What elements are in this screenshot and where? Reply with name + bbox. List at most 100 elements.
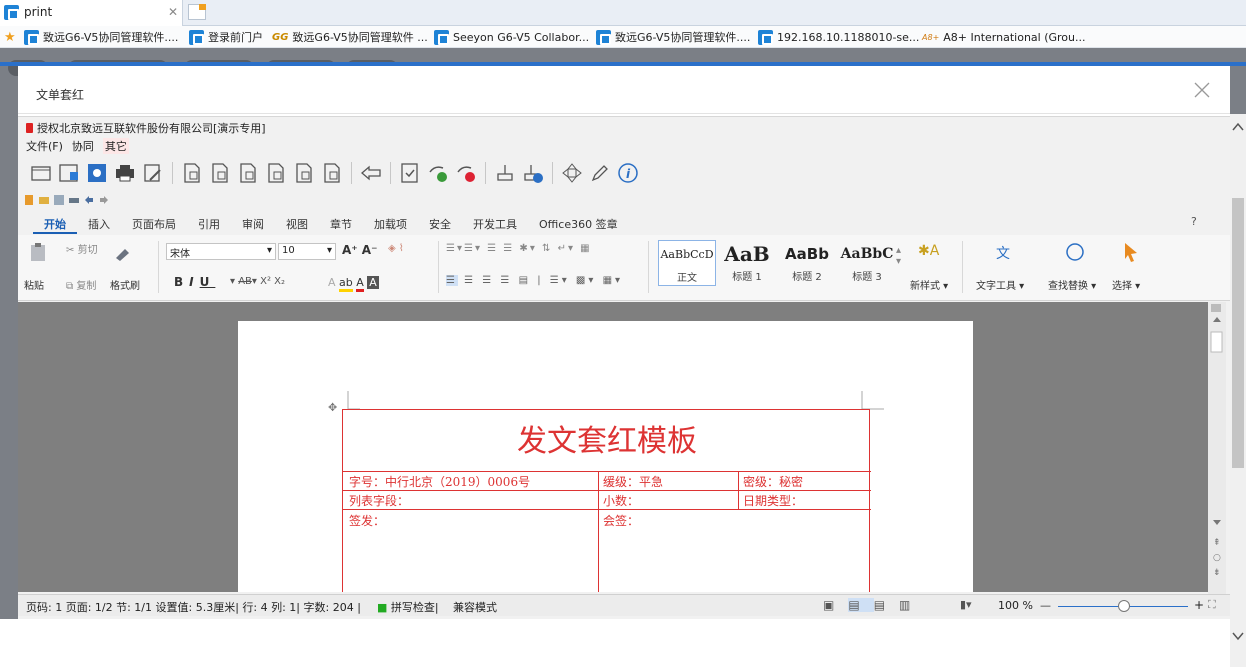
bookmark-item[interactable]: 192.168.10.1188010-se... <box>758 29 919 45</box>
bookmark-item[interactable]: 登录前门户 <box>189 29 263 45</box>
info-icon[interactable]: i <box>617 162 639 184</box>
decimal-field[interactable]: 小数： <box>603 492 639 509</box>
text-tools-icon[interactable]: 文 <box>996 243 1010 263</box>
find-replace-icon[interactable] <box>1064 241 1086 263</box>
tab-section[interactable]: 章节 <box>319 216 363 234</box>
countersign-field[interactable]: 会签： <box>603 512 639 529</box>
undo-icon[interactable] <box>84 195 94 205</box>
star-icon[interactable]: ★ <box>4 29 16 45</box>
style-heading-2[interactable]: AaBb 标题 2 <box>778 240 836 286</box>
text-tools-button[interactable]: 文字工具 ▾ <box>976 277 1024 292</box>
select-cursor-icon[interactable] <box>1122 241 1140 263</box>
open-icon[interactable] <box>39 195 49 205</box>
bookmark-item[interactable]: 致远G6-V5协同管理软件.... <box>596 29 750 45</box>
align-icons[interactable]: ☰ ☰ ☰ ☰ ▤ | ☰▾ ▩▾ ▦▾ <box>446 275 623 286</box>
secrecy-field[interactable]: 密级：秘密 <box>743 473 803 490</box>
tab-references[interactable]: 引用 <box>187 216 231 234</box>
template-1-icon[interactable] <box>209 162 231 184</box>
view-mode-icons[interactable]: ▣▤▤▥ <box>823 598 924 612</box>
bookmark-item[interactable]: 致远G6-V5协同管理软件.... <box>24 29 178 45</box>
template-2-icon[interactable] <box>237 162 259 184</box>
print-small-icon[interactable] <box>69 195 79 205</box>
print-preview-icon[interactable] <box>142 162 164 184</box>
styles-scroll-icon[interactable]: ▴ ▾ <box>896 245 901 267</box>
clear-format-icon[interactable]: ◈ ⌇ <box>388 243 404 254</box>
style-heading-1[interactable]: AaB 标题 1 <box>718 240 776 286</box>
tab-home[interactable]: 开始 <box>33 216 77 234</box>
table-rule <box>598 471 599 592</box>
settings-icon[interactable] <box>86 162 108 184</box>
menu-file[interactable]: 文件(F) <box>26 138 63 154</box>
new-tab-button[interactable] <box>188 4 206 20</box>
style-heading-3[interactable]: AaBbC 标题 3 <box>838 240 896 286</box>
tab-security[interactable]: 安全 <box>418 216 462 234</box>
bookmark-item[interactable]: Seeyon G6-V5 Collabor... <box>434 29 589 45</box>
template-4-icon[interactable] <box>293 162 315 184</box>
accept-revision-icon[interactable] <box>427 162 449 184</box>
menu-collab[interactable]: 协同 <box>72 138 94 154</box>
tab-layout[interactable]: 页面布局 <box>121 216 187 234</box>
save-small-icon[interactable] <box>54 195 64 205</box>
paste-label[interactable]: 粘贴 <box>24 277 44 292</box>
move-icon[interactable] <box>561 162 583 184</box>
browser-tab[interactable]: print ✕ <box>0 0 183 26</box>
reject-revision-icon[interactable] <box>455 162 477 184</box>
pen-icon[interactable] <box>589 162 611 184</box>
font-size-select[interactable]: 10 ▾ <box>278 243 336 260</box>
date-type-field[interactable]: 日期类型： <box>743 492 803 509</box>
doc-number-field[interactable]: 字号：中行北京（2019）0006号 <box>349 473 530 490</box>
font-color-icons[interactable]: A ab A A <box>328 276 379 292</box>
paste-icon[interactable] <box>28 241 50 263</box>
tab-view[interactable]: 视图 <box>275 216 319 234</box>
zoom-out-icon[interactable]: — <box>1040 599 1051 612</box>
document-scrollbar[interactable]: ⇞ ○ ⇟ <box>1208 302 1226 594</box>
menu-other[interactable]: 其它 <box>102 138 129 154</box>
bookmark-item[interactable]: GG 致远G6-V5协同管理软件 ... <box>272 29 428 45</box>
grow-font-icon[interactable]: A⁺ A⁻ <box>342 243 377 257</box>
urgency-field[interactable]: 缓级：平急 <box>603 473 663 490</box>
stamp-verify-icon[interactable] <box>522 162 544 184</box>
list-field[interactable]: 列表字段： <box>349 492 409 509</box>
strikethrough-icon[interactable]: ▾ AB▾ X² X₂ <box>230 276 285 287</box>
redo-icon[interactable] <box>99 195 109 205</box>
format-painter-label[interactable]: 格式刷 <box>110 277 140 292</box>
modal-scrollbar[interactable] <box>1230 114 1246 667</box>
new-style-icon[interactable]: ✱A <box>918 243 939 259</box>
cut-button[interactable]: ✂ 剪切 <box>66 241 98 256</box>
tab-addins[interactable]: 加载项 <box>363 216 418 234</box>
check-doc-icon[interactable] <box>399 162 421 184</box>
close-tab-icon[interactable]: ✕ <box>168 5 178 19</box>
template-5-icon[interactable] <box>321 162 343 184</box>
list-icons[interactable]: ☰▾☰▾ ☰ ☰ ✱▾ ⇅ ↵▾ ▦ <box>446 243 592 254</box>
select-button[interactable]: 选择 ▾ <box>1112 277 1140 292</box>
font-name-select[interactable]: 宋体 ▾ <box>166 243 276 260</box>
print-icon[interactable] <box>114 162 136 184</box>
tab-review[interactable]: 审阅 <box>231 216 275 234</box>
tab-insert[interactable]: 插入 <box>77 216 121 234</box>
new-doc-icon[interactable] <box>24 195 34 205</box>
stamp-icon[interactable] <box>494 162 516 184</box>
zoom-menu-icon[interactable]: ▮▾ <box>960 598 972 611</box>
spell-check-toggle[interactable]: ■ 拼写检查| <box>377 599 439 615</box>
signoff-field[interactable]: 签发： <box>349 512 385 529</box>
back-arrow-icon[interactable] <box>360 162 382 184</box>
template-3-icon[interactable] <box>265 162 287 184</box>
save-icon[interactable] <box>58 162 80 184</box>
document-page[interactable]: ✥ 发文套红模板 字号：中行北京（2019）0006号 缓级：平急 密级：秘密 … <box>238 321 973 592</box>
new-style-button[interactable]: 新样式 ▾ <box>910 277 948 292</box>
zoom-in-icon[interactable]: + <box>1194 598 1204 612</box>
bookmark-item[interactable]: A8+ A8+ International (Grou... <box>922 29 1086 45</box>
help-icon[interactable]: ? <box>1191 215 1197 228</box>
style-normal[interactable]: AaBbCcD 正文 <box>658 240 716 286</box>
tab-office360-sign[interactable]: Office360 签章 <box>528 216 629 234</box>
fit-icon[interactable]: ⛶ <box>1208 598 1216 612</box>
folder-icon[interactable] <box>30 162 52 184</box>
tab-developer[interactable]: 开发工具 <box>462 216 528 234</box>
find-replace-button[interactable]: 查找替换 ▾ <box>1048 277 1096 292</box>
template-0-icon[interactable] <box>181 162 203 184</box>
copy-button[interactable]: ⧉ 复制 <box>66 277 96 292</box>
zoom-slider-thumb[interactable] <box>1118 600 1130 612</box>
format-painter-icon[interactable] <box>113 241 133 261</box>
text-format-icons[interactable]: BIU <box>174 275 215 289</box>
close-icon[interactable] <box>1192 80 1212 100</box>
